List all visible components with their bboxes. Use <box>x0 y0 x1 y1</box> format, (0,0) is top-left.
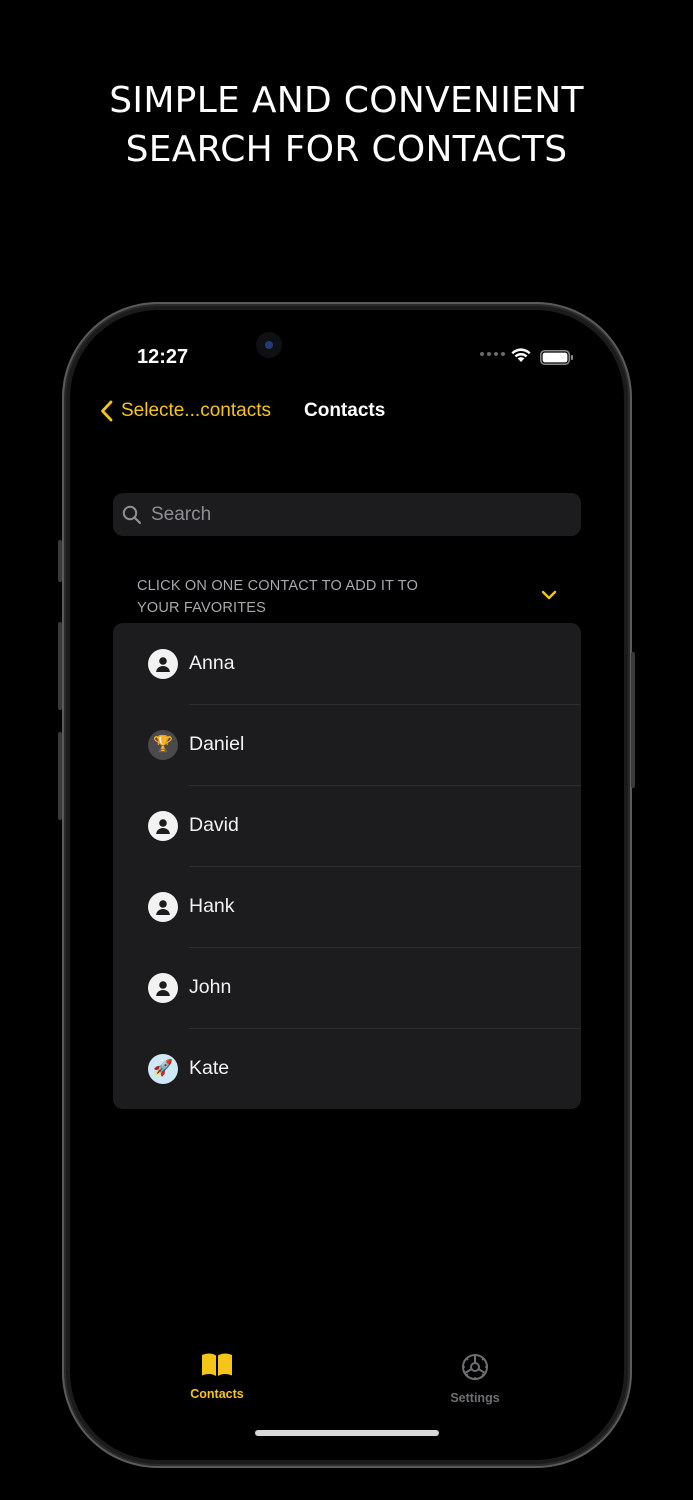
headline-line-1: SIMPLE AND CONVENIENT <box>109 80 584 121</box>
wifi-icon <box>511 348 531 362</box>
contact-name: Kate <box>189 1057 230 1079</box>
chevron-down-icon[interactable] <box>541 590 557 600</box>
volume-up-button <box>58 622 62 710</box>
contact-name: John <box>189 976 232 998</box>
trophy-icon: 🏆 <box>148 729 178 760</box>
contact-name: Anna <box>189 652 235 674</box>
rocket-icon: 🚀 <box>148 1053 178 1084</box>
home-indicator <box>255 1430 439 1436</box>
book-icon <box>202 1353 232 1376</box>
volume-down-button <box>58 732 62 820</box>
person-icon <box>148 972 178 1003</box>
contact-row-david[interactable]: David <box>113 785 581 866</box>
contacts-list: Anna 🏆 Daniel David Hank John 🚀 Kate <box>113 623 581 1109</box>
contact-name: Daniel <box>189 733 245 755</box>
search-bar[interactable] <box>113 493 581 536</box>
gear-icon <box>462 1354 488 1380</box>
front-camera <box>256 332 282 358</box>
cellular-signal-icon <box>480 352 505 356</box>
contact-row-john[interactable]: John <box>113 947 581 1028</box>
back-button[interactable]: Selecte...contacts <box>100 396 271 426</box>
mute-switch <box>58 540 62 582</box>
person-icon <box>148 648 178 679</box>
status-time: 12:27 <box>137 346 189 368</box>
contact-name: Hank <box>189 895 235 917</box>
person-icon <box>148 810 178 841</box>
section-header: CLICK ON ONE CONTACT TO ADD IT TO YOUR F… <box>137 578 419 616</box>
tab-settings[interactable]: Settings <box>415 1352 535 1405</box>
contact-row-daniel[interactable]: 🏆 Daniel <box>113 704 581 785</box>
contact-name: David <box>189 814 239 836</box>
tab-contacts[interactable]: Contacts <box>157 1352 277 1401</box>
power-button <box>631 652 635 788</box>
back-button-label: Selecte...contacts <box>121 400 271 421</box>
person-icon <box>148 891 178 922</box>
tab-settings-label: Settings <box>450 1391 500 1405</box>
phone-screen: 12:27 Selecte...contacts Contacts CLICK … <box>70 310 624 1460</box>
chevron-left-icon <box>101 400 113 422</box>
search-input[interactable] <box>149 502 581 527</box>
tab-contacts-label: Contacts <box>190 1387 244 1401</box>
battery-icon <box>540 350 573 365</box>
promo-headline: SIMPLE AND CONVENIENT SEARCH FOR CONTACT… <box>0 76 693 174</box>
contact-row-hank[interactable]: Hank <box>113 866 581 947</box>
page-title: Contacts <box>304 400 386 421</box>
contact-row-kate[interactable]: 🚀 Kate <box>113 1028 581 1109</box>
headline-line-2: SEARCH FOR CONTACTS <box>125 129 568 170</box>
search-icon <box>122 505 142 524</box>
contact-row-anna[interactable]: Anna <box>113 623 581 704</box>
